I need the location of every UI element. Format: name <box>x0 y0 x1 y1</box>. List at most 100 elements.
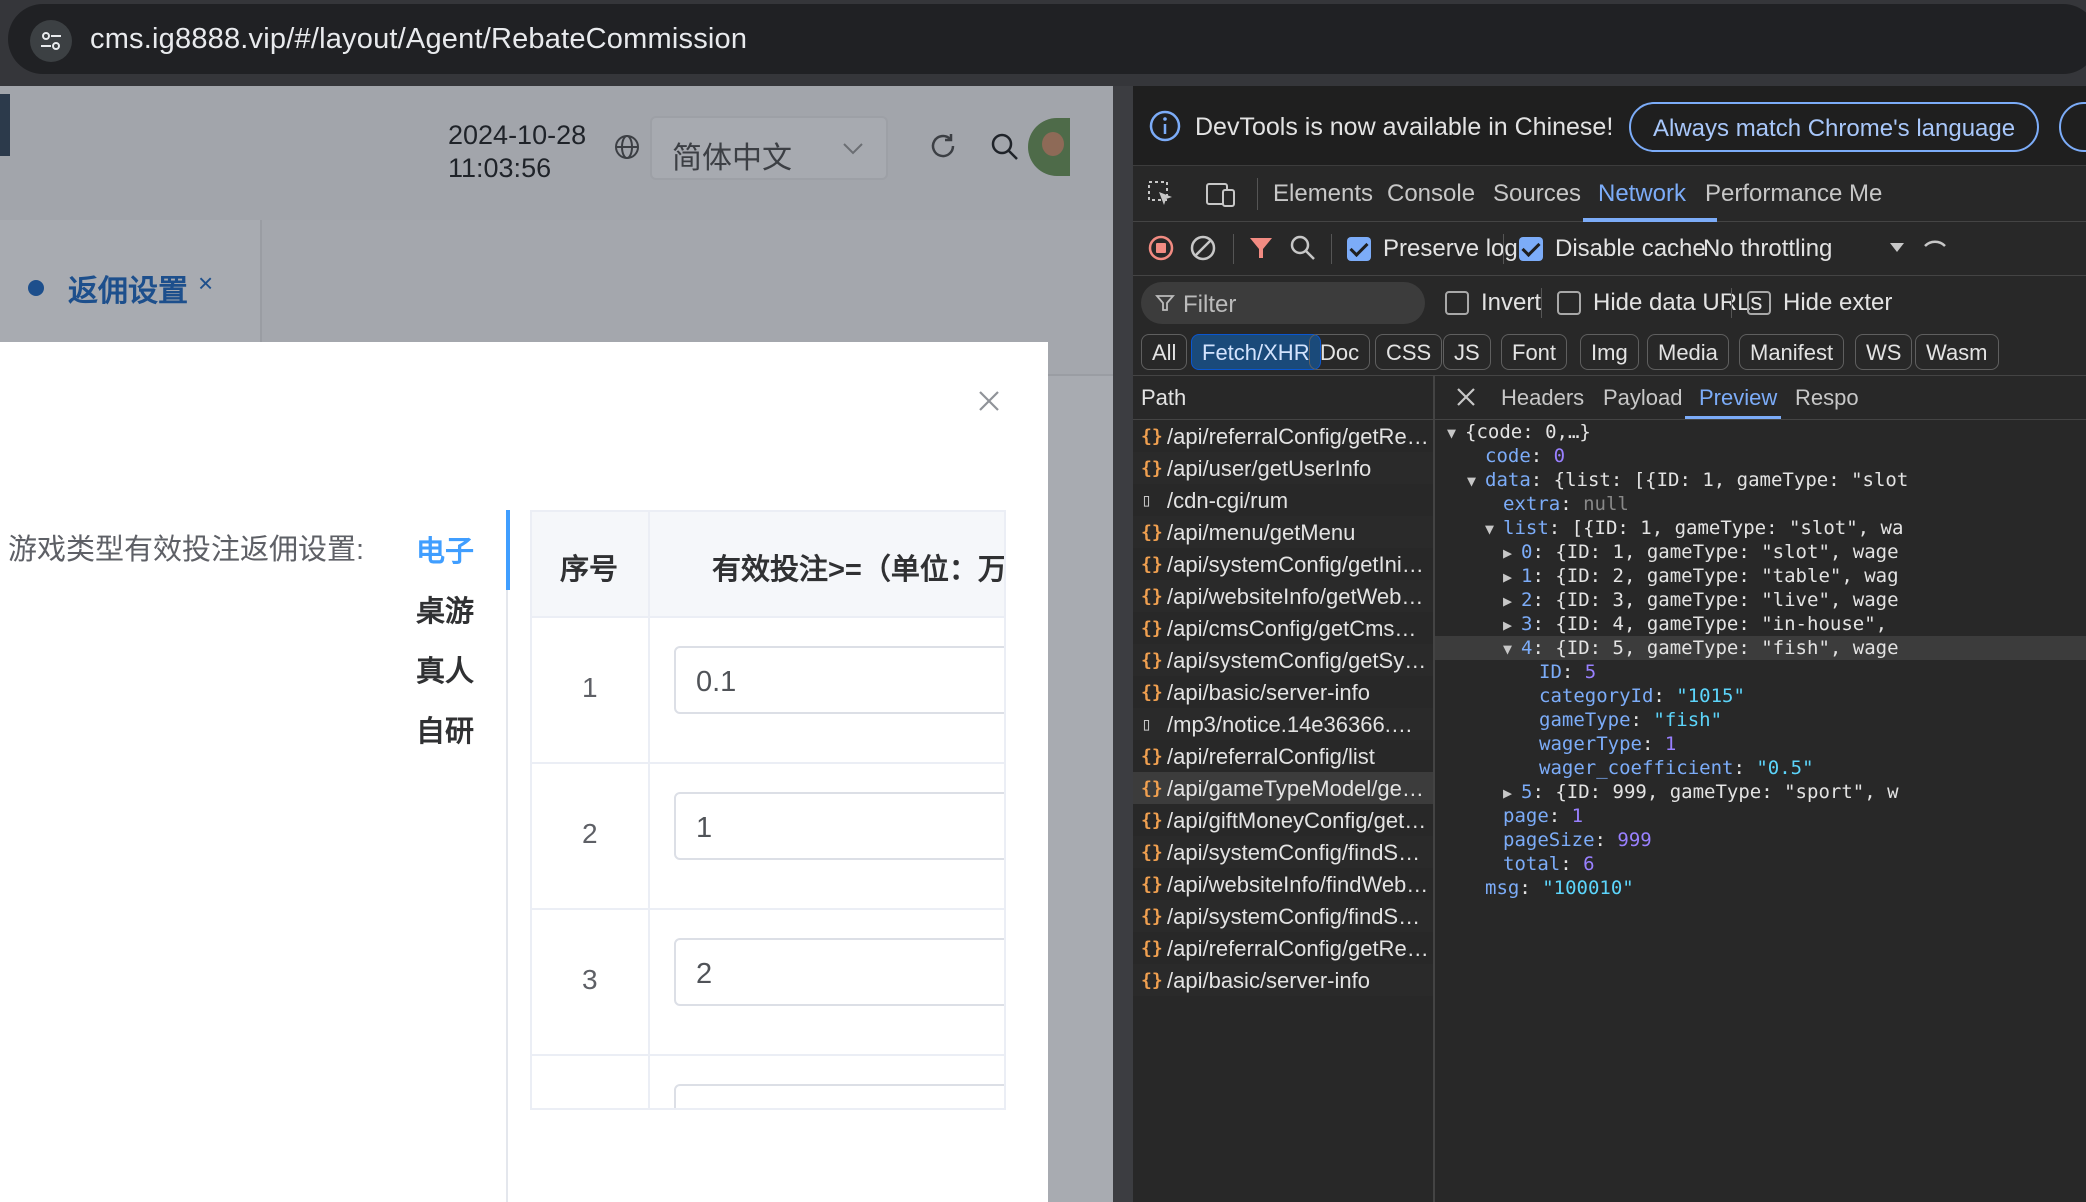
disable-cache-checkbox[interactable] <box>1519 237 1543 261</box>
document-icon: ▯ <box>1141 714 1152 735</box>
request-row[interactable]: {}/api/user/getUserInfo <box>1133 452 1433 484</box>
request-row[interactable]: {}/api/referralConfig/getReferr... <box>1133 932 1433 964</box>
language-select[interactable]: 简体中文 <box>650 116 888 180</box>
request-row[interactable]: {}/api/systemConfig/getSyste... <box>1133 644 1433 676</box>
device-toolbar-icon[interactable] <box>1205 180 1237 208</box>
tab-close-icon[interactable]: × <box>198 268 213 299</box>
request-row-selected[interactable]: {}/api/gameTypeModel/getGa... <box>1133 772 1433 804</box>
json-row[interactable]: ▶ 1: {ID: 2, gameType: "table", wag <box>1503 564 1899 588</box>
filter-funnel-icon[interactable] <box>1247 234 1275 262</box>
tab-headers[interactable]: Headers <box>1501 385 1584 411</box>
json-row-highlighted[interactable]: ▼ 4: {ID: 5, gameType: "fish", wage <box>1435 636 2086 660</box>
close-icon[interactable] <box>1451 382 1481 412</box>
caret-down-icon[interactable] <box>1889 242 1905 254</box>
clear-icon[interactable] <box>1189 234 1217 262</box>
json-row[interactable]: ▶ 2: {ID: 3, gameType: "live", wage <box>1503 588 1899 612</box>
game-type-slot[interactable]: 电子 <box>416 528 474 570</box>
request-row[interactable]: {}/api/referralConfig/getReferr... <box>1133 420 1433 452</box>
match-language-button[interactable]: Always match Chrome's language <box>1629 102 2039 152</box>
fetch-icon: {} <box>1141 810 1163 831</box>
type-font[interactable]: Font <box>1501 334 1568 370</box>
path-column-header[interactable]: Path <box>1133 376 1433 420</box>
request-row[interactable]: {}/api/websiteInfo/getWebsiteI... <box>1133 580 1433 612</box>
json-root[interactable]: ▼ {code: 0,…} <box>1447 420 1591 444</box>
valid-bet-input[interactable]: 1 <box>674 792 1004 860</box>
avatar[interactable] <box>1028 118 1070 176</box>
tab-payload[interactable]: Payload <box>1603 385 1683 411</box>
tab-performance[interactable]: Performance <box>1705 180 1842 208</box>
banner-secondary-button[interactable] <box>2059 102 2086 152</box>
url-text[interactable]: cms.ig8888.vip/#/layout/Agent/RebateComm… <box>90 23 747 56</box>
type-fetch-xhr[interactable]: Fetch/XHR <box>1191 334 1321 370</box>
request-row[interactable]: ▯ /cdn-cgi/rum <box>1133 484 1433 516</box>
request-row[interactable]: {}/api/cmsConfig/getCmsConf... <box>1133 612 1433 644</box>
type-js[interactable]: JS <box>1443 334 1491 370</box>
request-row[interactable]: {}/api/menu/getMenu <box>1133 516 1433 548</box>
type-all[interactable]: All <box>1141 334 1188 370</box>
json-row[interactable]: ▼ list: [{ID: 1, gameType: "slot", wa <box>1485 516 1903 540</box>
tab-sources[interactable]: Sources <box>1493 180 1581 208</box>
request-row[interactable]: {}/api/giftMoneyConfig/getSel... <box>1133 804 1433 836</box>
request-path: /api/referralConfig/getReferr... <box>1167 936 1429 961</box>
type-img[interactable]: Img <box>1580 334 1639 370</box>
valid-bet-input[interactable] <box>674 1084 1004 1108</box>
close-icon[interactable] <box>978 390 1000 412</box>
tab-console[interactable]: Console <box>1387 180 1475 208</box>
hide-extension-checkbox[interactable] <box>1747 291 1771 315</box>
tab-preview[interactable]: Preview <box>1699 385 1777 411</box>
filter-input[interactable]: Filter <box>1141 282 1425 324</box>
json-row[interactable]: ▼ data: {list: [{ID: 1, gameType: "slot <box>1467 468 1908 492</box>
rebate-table: 序号 有效投注>=（单位：万） 1 0.1 2 1 3 2 <box>530 510 1006 1110</box>
request-detail-tabs: Headers Payload Preview Respo <box>1435 376 2086 420</box>
type-ws[interactable]: WS <box>1855 334 1913 370</box>
tab-active-dot <box>28 280 44 296</box>
valid-bet-input[interactable]: 0.1 <box>674 646 1004 714</box>
devtools-resizer[interactable] <box>1113 86 1133 1202</box>
request-row[interactable]: {}/api/systemConfig/findSyste... <box>1133 900 1433 932</box>
tab-memory[interactable]: Me <box>1849 180 1882 208</box>
request-row[interactable]: {}/api/websiteInfo/findWebsite... <box>1133 868 1433 900</box>
type-doc[interactable]: Doc <box>1309 334 1371 370</box>
type-manifest[interactable]: Manifest <box>1739 334 1845 370</box>
json-row[interactable]: ▶ 3: {ID: 4, gameType: "in-house", <box>1503 612 1887 636</box>
site-settings-icon[interactable] <box>30 20 72 62</box>
request-row[interactable]: {}/api/basic/server-info <box>1133 964 1433 996</box>
network-conditions-icon[interactable] <box>1921 234 1949 262</box>
table-row: 3 2 <box>532 908 1004 1054</box>
tab-response[interactable]: Respo <box>1795 385 1859 411</box>
hide-data-urls-checkbox[interactable] <box>1557 291 1581 315</box>
game-type-inhouse[interactable]: 自研 <box>416 708 474 750</box>
inspect-element-icon[interactable] <box>1147 180 1175 208</box>
type-css[interactable]: CSS <box>1375 334 1443 370</box>
request-row[interactable]: {}/api/basic/server-info <box>1133 676 1433 708</box>
type-media[interactable]: Media <box>1647 334 1729 370</box>
throttling-select[interactable]: No throttling <box>1703 235 1832 263</box>
tab-network[interactable]: Network <box>1598 180 1686 208</box>
search-icon[interactable] <box>1289 234 1317 262</box>
language-select-value: 简体中文 <box>672 142 792 175</box>
search-icon[interactable] <box>990 132 1020 162</box>
omnibox[interactable]: cms.ig8888.vip/#/layout/Agent/RebateComm… <box>8 4 2086 74</box>
refresh-icon[interactable] <box>928 131 958 161</box>
fetch-icon: {} <box>1141 906 1163 927</box>
game-type-live[interactable]: 真人 <box>416 648 474 690</box>
type-wasm[interactable]: Wasm <box>1915 334 1999 370</box>
request-path: /api/systemConfig/findSyste... <box>1167 904 1429 929</box>
invert-checkbox[interactable] <box>1445 291 1469 315</box>
tab-elements[interactable]: Elements <box>1273 180 1373 208</box>
game-type-table[interactable]: 桌游 <box>416 588 474 630</box>
request-row[interactable]: {}/api/systemConfig/findSyste... <box>1133 836 1433 868</box>
json-row[interactable]: ▶ 5: {ID: 999, gameType: "sport", w <box>1503 780 1899 804</box>
request-row[interactable]: {}/api/systemConfig/getInitCo... <box>1133 548 1433 580</box>
request-row[interactable]: ▯ /mp3/notice.14e36366.mp3 <box>1133 708 1433 740</box>
triangle-down-icon: ▼ <box>1467 472 1477 490</box>
json-row[interactable]: ▶ 0: {ID: 1, gameType: "slot", wage <box>1503 540 1899 564</box>
table-row: 2 1 <box>532 762 1004 908</box>
json-row: code: 0 <box>1485 445 1566 467</box>
preserve-log-checkbox[interactable] <box>1347 237 1371 261</box>
valid-bet-input[interactable]: 2 <box>674 938 1004 1006</box>
document-icon: ▯ <box>1141 490 1152 511</box>
stop-recording-icon[interactable] <box>1147 234 1175 262</box>
request-row[interactable]: {}/api/referralConfig/list <box>1133 740 1433 772</box>
disable-cache-label: Disable cache <box>1555 235 1706 262</box>
